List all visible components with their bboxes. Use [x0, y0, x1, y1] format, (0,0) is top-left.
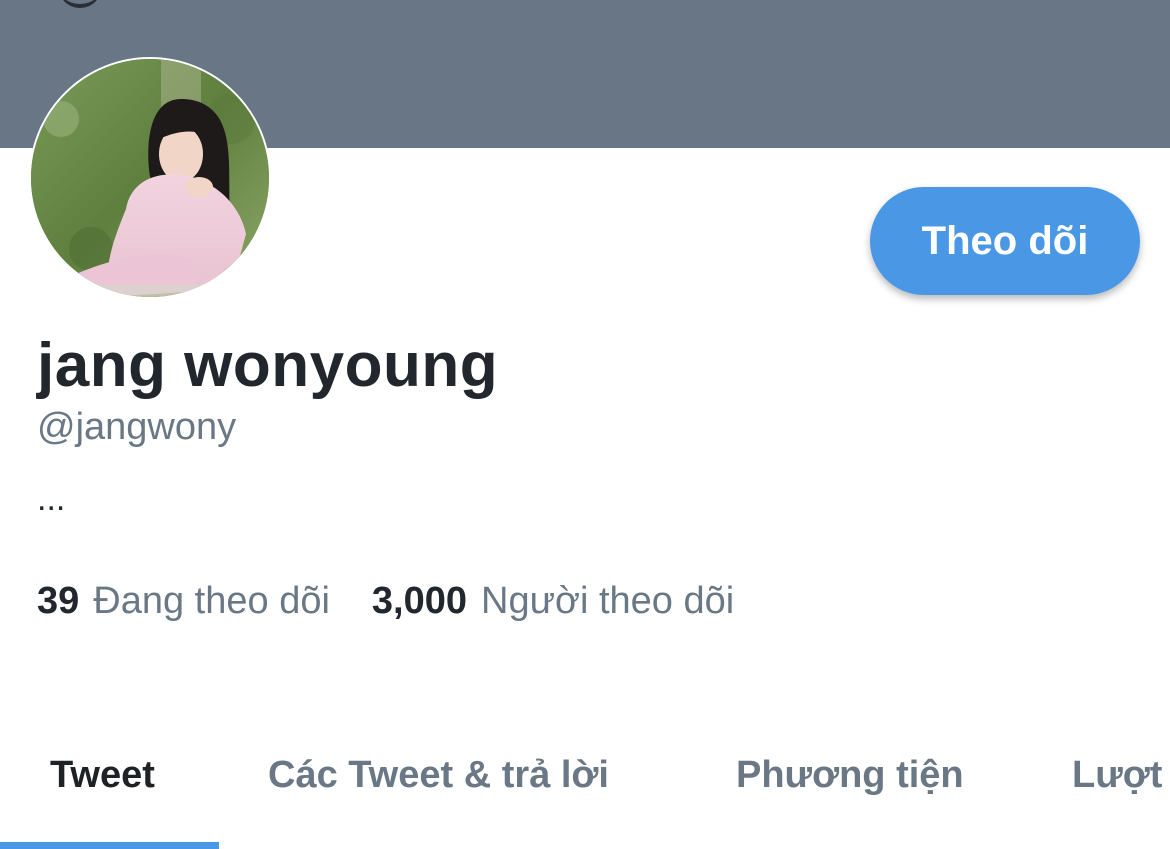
- following-count: 39: [37, 580, 80, 622]
- followers-stat[interactable]: 3,000 Người theo dõi: [372, 580, 734, 623]
- followers-count: 3,000: [371, 580, 468, 622]
- bio-text: ...: [37, 480, 66, 518]
- profile-stats: 39 Đang theo dõi 3,000 Người theo dõi: [37, 580, 776, 623]
- user-handle: @jangwony: [37, 406, 237, 448]
- avatar[interactable]: [29, 57, 271, 299]
- follow-button[interactable]: Theo dõi: [870, 187, 1140, 295]
- profile-page: Theo dõi jang wonyoung @jangwony ... 39 …: [0, 0, 1170, 849]
- display-name: jang wonyoung: [37, 331, 499, 400]
- followers-label: Người theo dõi: [481, 580, 735, 622]
- tab-media[interactable]: Phương tiện: [736, 754, 964, 797]
- following-stat[interactable]: 39 Đang theo dõi: [37, 580, 330, 623]
- tab-likes[interactable]: Lượt: [1072, 754, 1162, 797]
- following-label: Đang theo dõi: [93, 580, 330, 622]
- tab-tweets[interactable]: Tweet: [50, 754, 155, 797]
- avatar-photo: [31, 59, 269, 297]
- tab-tweets-and-replies[interactable]: Các Tweet & trả lời: [268, 754, 609, 797]
- active-tab-indicator: [0, 842, 219, 849]
- profile-tabs: Tweet Các Tweet & trả lời Phương tiện Lư…: [0, 730, 1170, 849]
- back-icon[interactable]: [58, 0, 102, 8]
